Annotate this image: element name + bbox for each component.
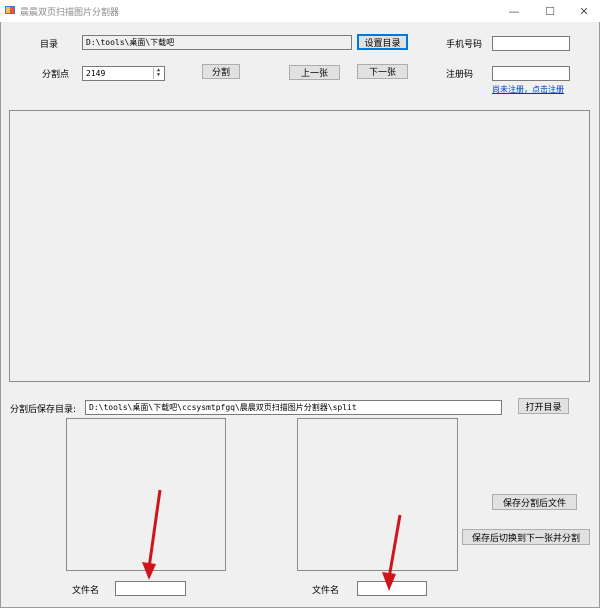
red-arrow-icon [382, 514, 402, 591]
red-arrow-icon [142, 489, 162, 580]
annotation-arrows [142, 489, 402, 591]
